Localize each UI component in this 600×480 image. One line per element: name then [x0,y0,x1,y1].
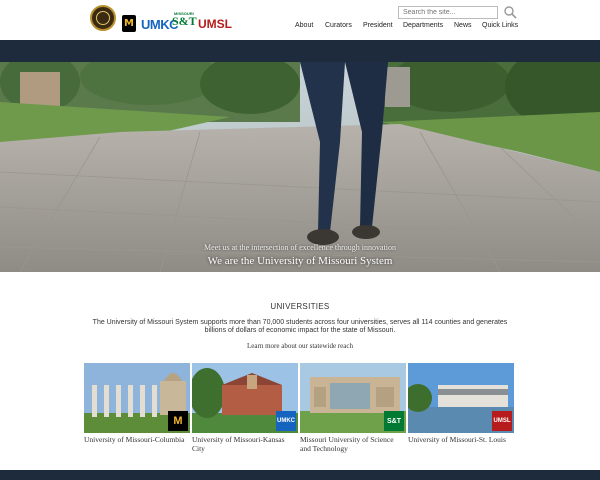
hero-title: We are the University of Missouri System [207,255,393,267]
nav-president[interactable]: President [363,22,393,29]
university-name: University of Missouri-Columbia [84,435,185,444]
umsl-logo[interactable]: UMSL [198,17,232,31]
tiger-head-icon[interactable]: M [122,15,136,32]
university-card-columbia[interactable]: M University of Missouri-Columbia [84,363,190,458]
universities-description: The University of Missouri System suppor… [92,319,508,334]
nav-curators[interactable]: Curators [325,22,352,29]
university-name: University of Missouri-St. Louis [408,435,506,444]
nav-news[interactable]: News [454,22,472,29]
tiger-head-icon: M [168,411,188,431]
university-card-science-technology[interactable]: S&T Missouri University of Science and T… [300,363,406,458]
nav-quick-links[interactable]: Quick Links [482,22,518,29]
footer-band [0,470,600,480]
hero-banner: Meet us at the intersection of excellenc… [0,62,600,272]
nav-about[interactable]: About [295,22,313,29]
university-seal-icon[interactable] [90,5,116,31]
umsl-badge: UMSL [492,411,512,431]
statewide-reach-link[interactable]: Learn more about our statewide reach [0,342,600,350]
magnifier-icon[interactable] [503,5,517,19]
universities-heading: UNIVERSITIES [270,302,330,311]
university-name: Missouri University of Science and Techn… [300,435,394,453]
umkc-badge: UMKC [276,411,296,431]
header-band [0,40,600,62]
nav-departments[interactable]: Departments [403,22,443,29]
missouri-st-logo[interactable]: MISSOURI S&T [172,11,197,32]
missouri-st-logo-top: MISSOURI [174,11,194,16]
kansas-city-photo: UMKC [192,363,298,433]
search-input[interactable] [398,6,498,19]
science-technology-photo: S&T [300,363,406,433]
st-louis-photo: UMSL [408,363,514,433]
missouri-st-badge: S&T [384,411,404,431]
hero-image [0,62,600,272]
university-card-kansas-city[interactable]: UMKC University of Missouri-Kansas City [192,363,298,458]
hero-subtitle: Meet us at the intersection of excellenc… [204,243,396,252]
university-name: University of Missouri-Kansas City [192,435,285,453]
site-header: M UMKC MISSOURI S&T UMSL About Curators … [0,0,600,40]
missouri-st-logo-text: S&T [172,14,197,28]
university-card-st-louis[interactable]: UMSL University of Missouri-St. Louis [408,363,514,458]
columbia-photo: M [84,363,190,433]
